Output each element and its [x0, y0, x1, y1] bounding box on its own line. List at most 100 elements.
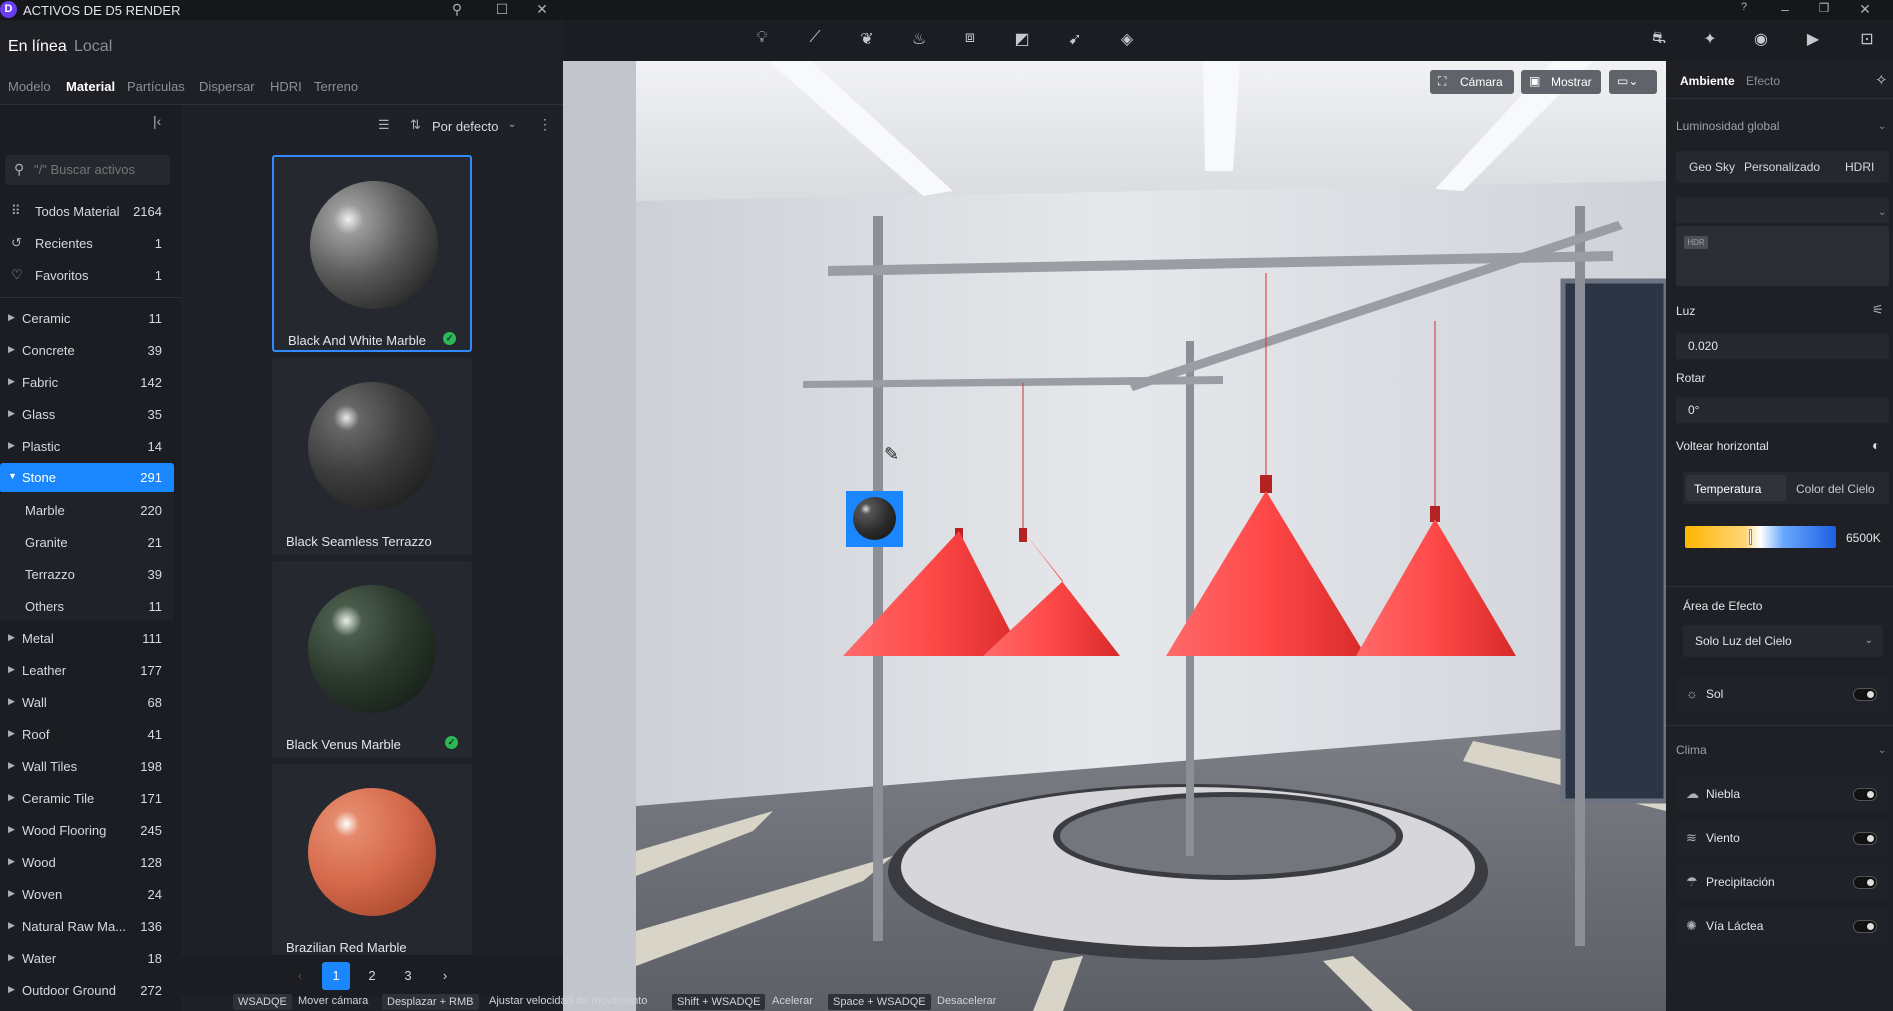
- sidebar-item-wall[interactable]: ▶ Wall 68: [0, 688, 174, 718]
- inbox-icon[interactable]: ⊡: [1855, 29, 1879, 49]
- fire-icon[interactable]: ♨: [907, 29, 931, 49]
- hdri-preview[interactable]: [1676, 226, 1889, 286]
- search-input[interactable]: [34, 162, 164, 177]
- sidebar-item-recent[interactable]: ↺ Recientes 1: [0, 229, 174, 259]
- milky-way-toggle[interactable]: [1853, 920, 1877, 933]
- material-card[interactable]: Brazilian Red Marble: [272, 764, 472, 955]
- tab-material[interactable]: Material: [66, 79, 115, 94]
- close-icon[interactable]: ✕: [533, 1, 551, 18]
- 3d-viewport[interactable]: [563, 61, 1666, 1011]
- sidebar-item-roof[interactable]: ▶ Roof 41: [0, 720, 174, 750]
- sidebar-item-ceramic[interactable]: ▶ Ceramic 11: [0, 304, 174, 334]
- sidebar-item-plastic[interactable]: ▶ Plastic 14: [0, 432, 174, 462]
- more-icon[interactable]: ⋮: [538, 116, 552, 133]
- tab-environment[interactable]: Ambiente: [1680, 74, 1735, 88]
- sliders-icon[interactable]: ⚟: [1872, 302, 1884, 318]
- sidebar-item-ceramic-tile[interactable]: ▶ Ceramic Tile 171: [0, 784, 174, 814]
- page-button[interactable]: 1: [322, 962, 350, 990]
- tab-particles[interactable]: Partículas: [127, 79, 185, 94]
- sidebar-item-wall-tiles[interactable]: ▶ Wall Tiles 198: [0, 752, 174, 782]
- tab-effect[interactable]: Efecto: [1746, 74, 1780, 88]
- sidebar-item-stone[interactable]: ▼ Stone 291: [0, 463, 174, 493]
- view-mode-button[interactable]: ▭⌄: [1609, 70, 1657, 94]
- sidebar-item-outdoor-ground[interactable]: ▶ Outdoor Ground 272: [0, 976, 174, 1006]
- sidebar-item-granite[interactable]: Granite 21: [0, 528, 174, 558]
- sidebar-item-concrete[interactable]: ▶ Concrete 39: [0, 336, 174, 366]
- collapse-sidebar-icon[interactable]: |‹: [153, 113, 161, 129]
- chevron-down-icon[interactable]: ⌄: [508, 119, 516, 130]
- chevron-down-icon[interactable]: ⌄: [1878, 745, 1886, 756]
- fog-toggle[interactable]: [1853, 788, 1877, 801]
- tab-online[interactable]: En línea: [8, 38, 67, 56]
- list-view-icon[interactable]: ☰: [378, 117, 390, 133]
- restore-icon[interactable]: ❐: [1815, 1, 1833, 15]
- maximize-icon[interactable]: ☐: [493, 1, 511, 18]
- sidebar-item-marble[interactable]: Marble 220: [0, 496, 174, 526]
- sidebar-item-leather[interactable]: ▶ Leather 177: [0, 656, 174, 686]
- material-card[interactable]: Black And White Marble ✓: [272, 155, 472, 352]
- show-button[interactable]: ▣ Mostrar: [1521, 70, 1601, 94]
- material-card[interactable]: Black Seamless Terrazzo: [272, 358, 472, 555]
- hdri-dropdown[interactable]: [1676, 197, 1889, 223]
- import-icon[interactable]: ⧈: [958, 29, 982, 47]
- sidebar-item-glass[interactable]: ▶ Glass 35: [0, 400, 174, 430]
- sidebar-item-all[interactable]: ⠿ Todos Material 2164: [0, 197, 174, 227]
- tab-scatter[interactable]: Dispersar: [199, 79, 255, 94]
- sidebar-item-metal[interactable]: ▶ Metal 111: [0, 624, 174, 654]
- next-page-icon[interactable]: ›: [431, 962, 459, 990]
- sun-toggle[interactable]: [1853, 688, 1877, 701]
- page-button[interactable]: 2: [358, 962, 386, 990]
- video-icon[interactable]: ▶: [1801, 29, 1825, 49]
- camera-button[interactable]: ⛶ Cámara: [1430, 70, 1514, 94]
- fog-icon: ☁: [1686, 786, 1699, 801]
- chevron-down-icon[interactable]: ⌄: [1878, 121, 1886, 132]
- sky-mode-hdri[interactable]: HDRI: [1845, 160, 1874, 174]
- leaf-icon[interactable]: ❦: [855, 29, 879, 49]
- precipitation-toggle[interactable]: [1853, 876, 1877, 889]
- effect-area-select[interactable]: Solo Luz del Cielo ⌄: [1683, 625, 1883, 657]
- sidebar-item-woven[interactable]: ▶ Woven 24: [0, 880, 174, 910]
- sidebar-item-terrazzo[interactable]: Terrazzo 39: [0, 560, 174, 590]
- magic-icon[interactable]: ✧: [1875, 71, 1888, 89]
- sidebar-item-label: Woven: [22, 887, 63, 902]
- sidebar-item-wood-flooring[interactable]: ▶ Wood Flooring 245: [0, 816, 174, 846]
- prev-page-icon[interactable]: ‹: [286, 962, 314, 990]
- wind-toggle[interactable]: [1853, 832, 1877, 845]
- sidebar-item-natural-raw[interactable]: ▶ Natural Raw Ma... 136: [0, 912, 174, 942]
- pin-icon[interactable]: ⚲: [448, 1, 466, 18]
- temperature-slider-handle[interactable]: [1748, 529, 1752, 545]
- sidebar-item-water[interactable]: ▶ Water 18: [0, 944, 174, 974]
- app-close-icon[interactable]: ✕: [1856, 1, 1874, 18]
- help-icon[interactable]: ?: [1735, 1, 1753, 13]
- layers-icon[interactable]: ◈: [1115, 29, 1139, 49]
- sort-dropdown[interactable]: Por defecto: [432, 119, 499, 134]
- tab-temperature[interactable]: Temperatura: [1694, 482, 1761, 496]
- sky-mode-custom[interactable]: Personalizado: [1744, 160, 1820, 174]
- tab-model[interactable]: Modelo: [8, 79, 51, 94]
- page-button[interactable]: 3: [394, 962, 422, 990]
- chevron-down-icon[interactable]: ⌄: [1878, 207, 1886, 218]
- scale-icon[interactable]: ◩: [1010, 29, 1034, 49]
- temperature-slider[interactable]: [1685, 526, 1836, 548]
- contrast-toggle-icon[interactable]: ◐: [1872, 437, 1880, 453]
- rotate-field[interactable]: 0°: [1676, 397, 1889, 423]
- tab-local[interactable]: Local: [74, 38, 112, 56]
- sky-mode-geo[interactable]: Geo Sky: [1689, 160, 1735, 174]
- light-icon[interactable]: 💡︎: [750, 29, 774, 47]
- material-card[interactable]: Black Venus Marble ✓: [272, 561, 472, 758]
- sidebar-item-wood[interactable]: ▶ Wood 128: [0, 848, 174, 878]
- tab-terrain[interactable]: Terreno: [314, 79, 358, 94]
- tab-sky-color[interactable]: Color del Cielo: [1796, 482, 1875, 496]
- ai-image-icon[interactable]: ✦: [1698, 29, 1722, 49]
- tab-hdri[interactable]: HDRI: [270, 79, 302, 94]
- render-icon[interactable]: ⛐: [1647, 29, 1671, 49]
- path-icon[interactable]: ⟋: [803, 29, 827, 47]
- light-intensity-field[interactable]: 0.020: [1676, 333, 1889, 359]
- sidebar-item-others[interactable]: Others 11: [0, 592, 174, 622]
- select-icon[interactable]: ➹: [1063, 29, 1087, 49]
- minimize-icon[interactable]: –: [1776, 1, 1794, 17]
- sort-icon[interactable]: ⇅: [410, 117, 421, 133]
- sidebar-item-fabric[interactable]: ▶ Fabric 142: [0, 368, 174, 398]
- camera-icon[interactable]: ◉: [1749, 29, 1773, 49]
- sidebar-item-favorites[interactable]: ♡ Favoritos 1: [0, 261, 174, 291]
